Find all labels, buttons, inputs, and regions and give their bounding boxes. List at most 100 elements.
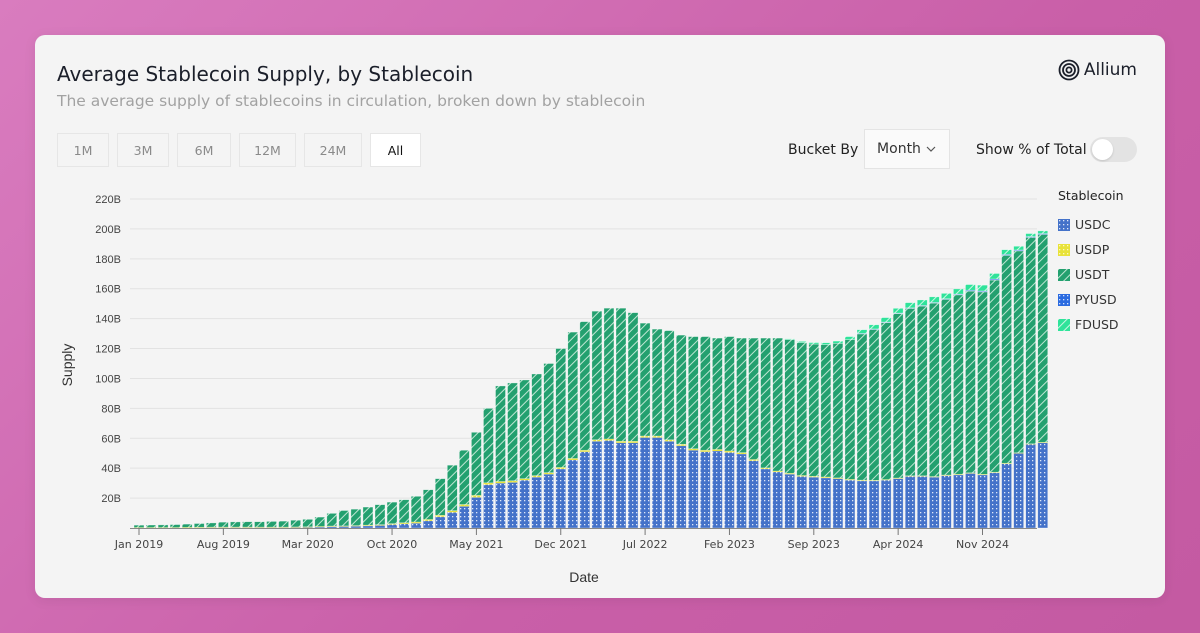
bar-stack[interactable] <box>181 523 193 529</box>
bar-segment-fdusd[interactable] <box>784 338 796 340</box>
bar-stack[interactable] <box>615 307 627 529</box>
bar-segment-usdc[interactable] <box>953 474 964 529</box>
bar-stack[interactable] <box>603 307 615 529</box>
bar-segment-usdt[interactable] <box>254 521 265 528</box>
bar-segment-fdusd[interactable] <box>989 273 1000 280</box>
bar-segment-usdt[interactable] <box>230 521 241 528</box>
bar-segment-usdt[interactable] <box>627 312 639 442</box>
bar-segment-usdt[interactable] <box>916 305 928 477</box>
bar-stack[interactable] <box>989 273 1000 529</box>
bar-stack[interactable] <box>230 521 241 529</box>
bar-segment-usdc[interactable] <box>796 476 808 529</box>
bar-segment-usdc[interactable] <box>965 473 976 529</box>
bar-stack[interactable] <box>242 521 253 529</box>
bar-segment-usdc[interactable] <box>507 482 518 529</box>
bar-segment-usdc[interactable] <box>868 480 880 529</box>
bar-stack[interactable] <box>796 341 808 529</box>
bar-segment-usdc[interactable] <box>651 437 663 529</box>
bar-stack[interactable] <box>1037 230 1049 529</box>
bar-segment-usdc[interactable] <box>663 440 675 529</box>
bar-stack[interactable] <box>736 337 747 529</box>
bar-segment-usdt[interactable] <box>748 337 759 460</box>
bar-segment-usdt[interactable] <box>832 343 844 479</box>
bar-stack[interactable] <box>326 513 338 529</box>
bar-segment-usdc[interactable] <box>892 478 904 529</box>
bar-stack[interactable] <box>1025 233 1037 529</box>
bar-stack[interactable] <box>712 337 723 529</box>
bar-segment-usdt[interactable] <box>892 313 904 479</box>
bar-segment-usdc[interactable] <box>543 473 555 529</box>
bar-segment-usdc[interactable] <box>579 451 591 529</box>
bar-stack[interactable] <box>446 464 458 529</box>
bar-segment-usdt[interactable] <box>1013 250 1024 454</box>
bar-segment-usdc[interactable] <box>603 440 615 529</box>
bar-segment-usdt[interactable] <box>398 499 410 524</box>
bar-stack[interactable] <box>1001 249 1012 529</box>
bar-stack[interactable] <box>844 336 856 529</box>
bar-segment-fdusd[interactable] <box>820 342 832 345</box>
bar-stack[interactable] <box>314 516 326 529</box>
bar-stack[interactable] <box>338 510 350 529</box>
bar-stack[interactable] <box>133 524 145 529</box>
bar-segment-fdusd[interactable] <box>916 299 928 306</box>
bar-stack[interactable] <box>495 385 506 529</box>
bar-segment-usdt[interactable] <box>242 521 253 528</box>
bar-segment-usdc[interactable] <box>1025 443 1037 529</box>
bar-stack[interactable] <box>977 284 988 529</box>
bar-segment-usdt[interactable] <box>651 328 663 437</box>
bar-segment-usdt[interactable] <box>1025 237 1037 445</box>
bar-stack[interactable] <box>386 501 398 529</box>
bar-segment-usdc[interactable] <box>808 476 820 529</box>
bar-stack[interactable] <box>953 288 964 529</box>
bar-segment-usdc[interactable] <box>326 526 338 529</box>
bar-segment-fdusd[interactable] <box>844 336 856 340</box>
bar-segment-usdt[interactable] <box>519 379 530 479</box>
bar-segment-usdc[interactable] <box>1013 452 1024 529</box>
bar-segment-usdc[interactable] <box>398 523 410 529</box>
bar-segment-usdt[interactable] <box>555 348 567 468</box>
bar-segment-usdt[interactable] <box>531 373 542 476</box>
bar-segment-usdc[interactable] <box>639 437 651 529</box>
bar-segment-usdt[interactable] <box>434 478 446 516</box>
bar-stack[interactable] <box>350 508 362 529</box>
bar-segment-usdt[interactable] <box>928 302 940 477</box>
bar-segment-fdusd[interactable] <box>880 317 892 323</box>
bar-stack[interactable] <box>193 523 205 529</box>
bar-segment-usdt[interactable] <box>760 337 771 469</box>
bar-stack[interactable] <box>880 317 892 529</box>
bar-segment-usdt[interactable] <box>422 489 434 520</box>
bar-stack[interactable] <box>965 284 976 529</box>
bar-segment-usdc[interactable] <box>471 497 482 529</box>
bar-segment-usdc[interactable] <box>519 479 530 529</box>
bar-segment-usdt[interactable] <box>495 385 506 482</box>
bar-segment-usdt[interactable] <box>181 523 193 528</box>
bar-segment-usdc[interactable] <box>422 520 434 529</box>
legend-item-usdc[interactable]: USDC <box>1058 212 1124 237</box>
bar-segment-usdt[interactable] <box>615 307 627 442</box>
bar-segment-usdc[interactable] <box>977 474 988 529</box>
bar-segment-usdt[interactable] <box>989 279 1000 473</box>
bar-stack[interactable] <box>278 520 289 529</box>
bar-segment-usdc[interactable] <box>555 468 567 529</box>
bar-stack[interactable] <box>157 524 169 529</box>
bar-segment-usdc[interactable] <box>856 480 868 529</box>
bar-segment-usdc[interactable] <box>374 525 386 529</box>
bar-segment-usdt[interactable] <box>362 506 374 526</box>
bar-stack[interactable] <box>483 408 494 529</box>
bar-segment-usdc[interactable] <box>675 445 687 529</box>
bar-segment-usdc[interactable] <box>844 479 856 529</box>
bar-stack[interactable] <box>820 342 832 529</box>
bar-stack[interactable] <box>555 348 567 529</box>
bar-segment-usdt[interactable] <box>603 307 615 440</box>
bar-segment-usdc[interactable] <box>591 440 603 529</box>
bar-segment-usdc[interactable] <box>700 451 711 529</box>
bar-segment-usdt[interactable] <box>266 521 277 528</box>
bar-stack[interactable] <box>410 495 422 529</box>
bar-stack[interactable] <box>772 337 783 529</box>
bar-segment-usdt[interactable] <box>808 343 820 477</box>
legend-item-fdusd[interactable]: FDUSD <box>1058 312 1124 337</box>
bar-segment-usdt[interactable] <box>386 501 398 524</box>
bar-segment-usdt[interactable] <box>350 508 362 526</box>
bar-segment-usdt[interactable] <box>459 449 470 505</box>
bar-segment-usdc[interactable] <box>772 471 783 529</box>
